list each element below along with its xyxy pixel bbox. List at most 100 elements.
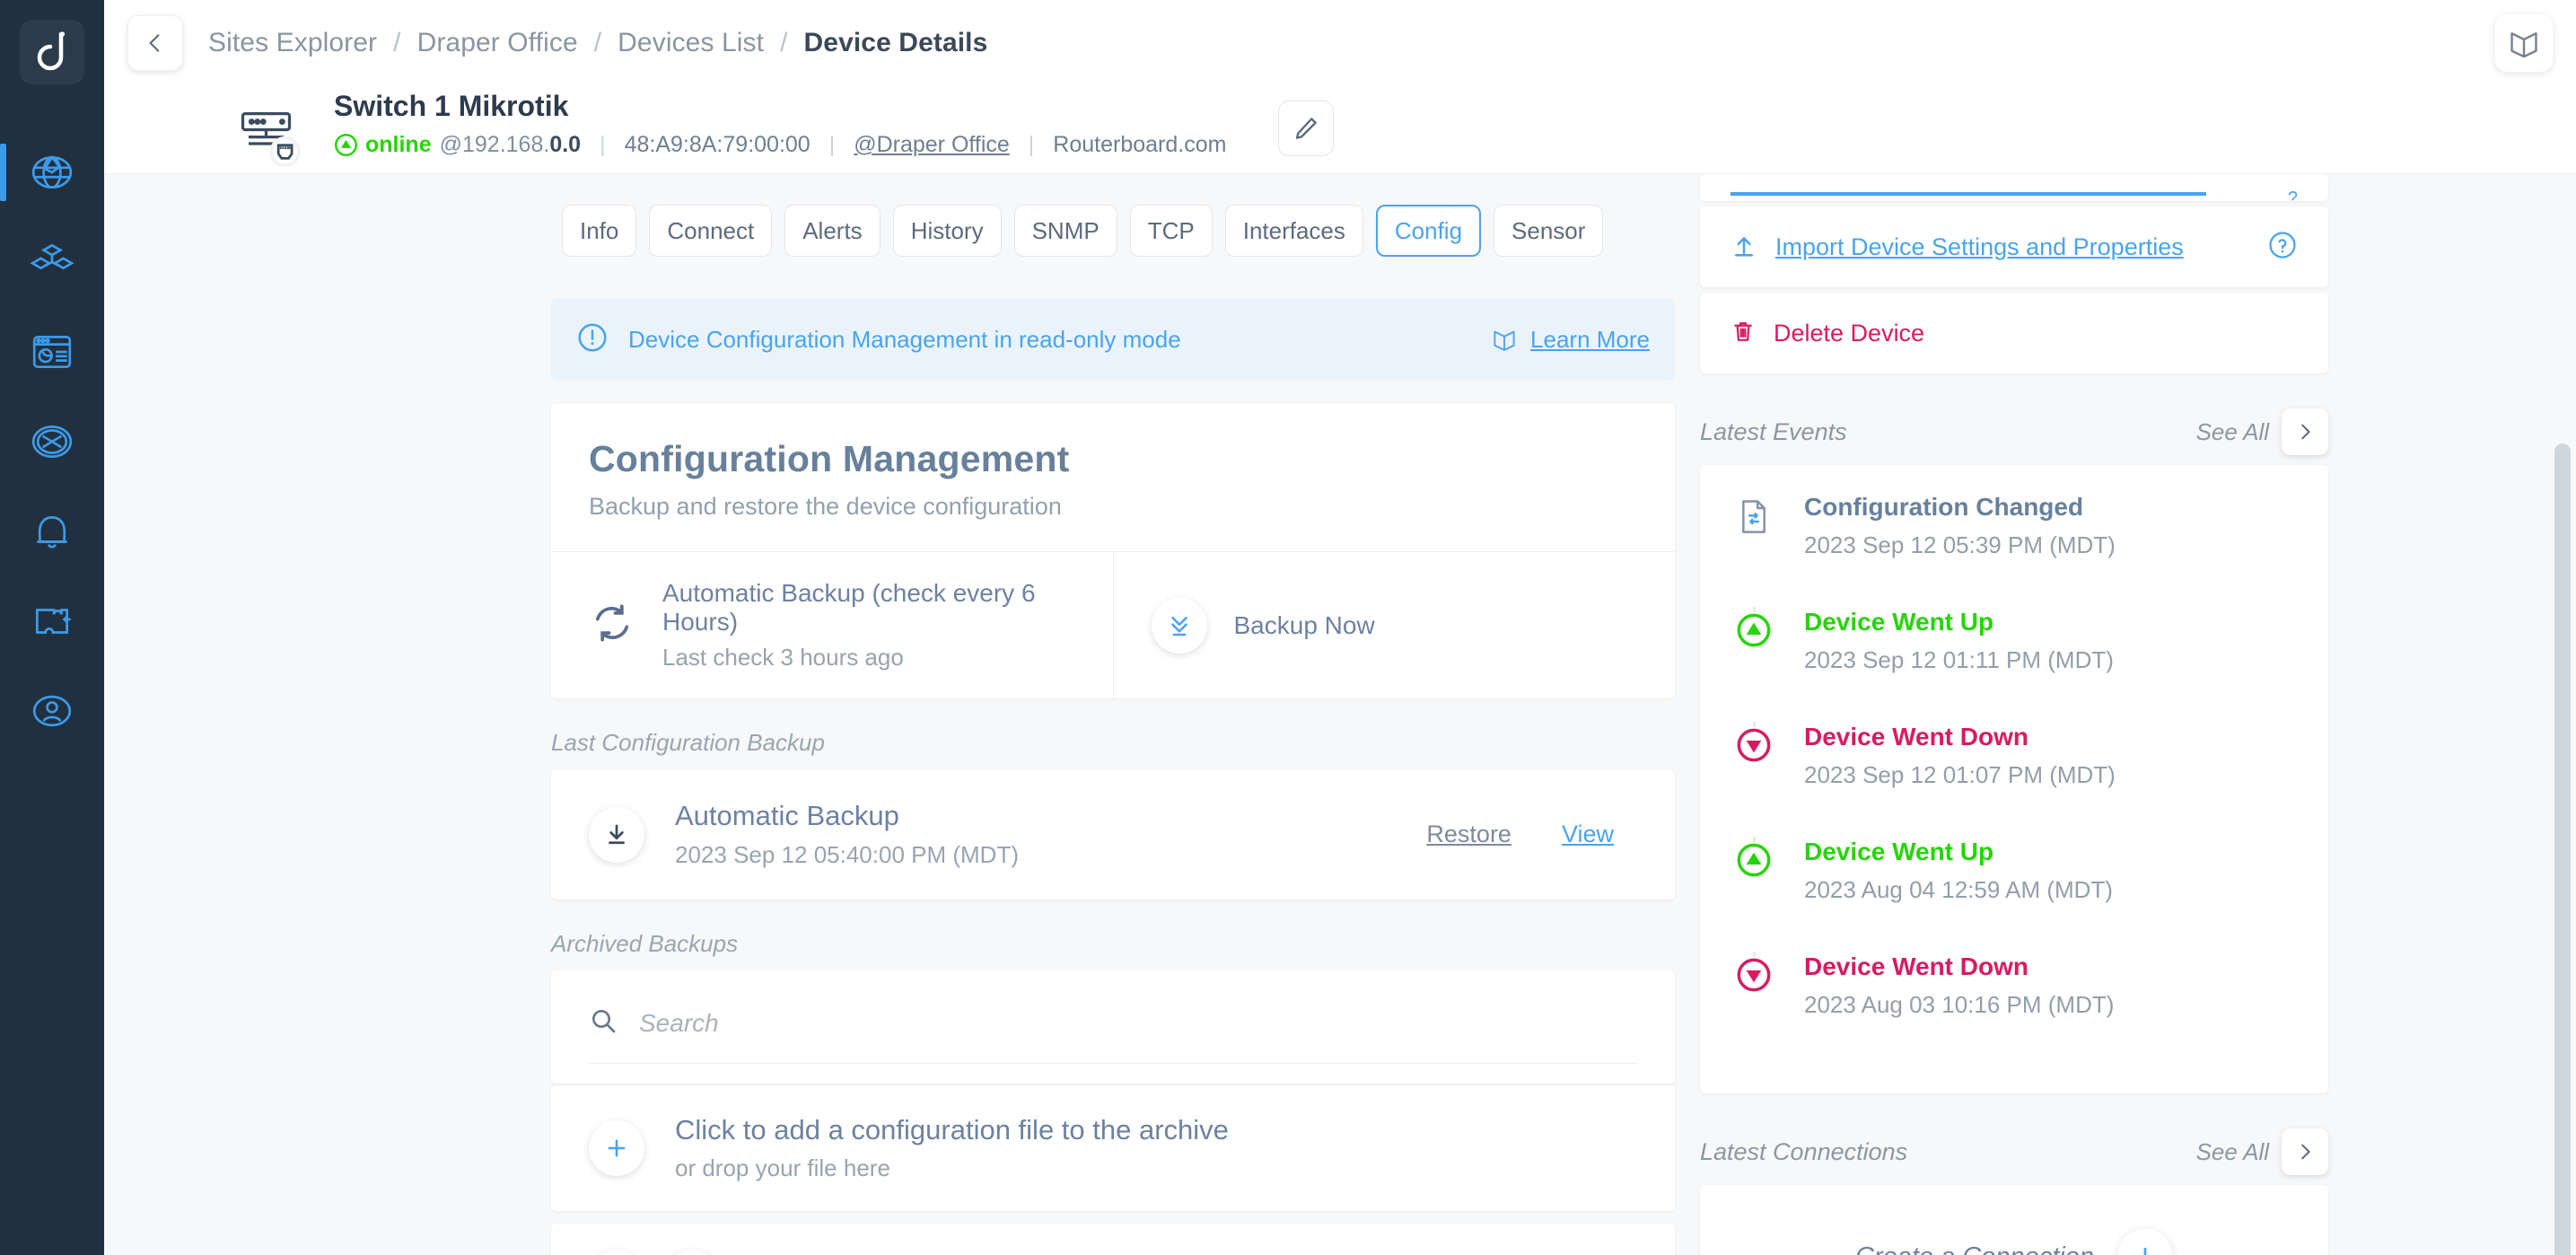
help-circle-icon[interactable] — [2267, 230, 2298, 265]
add-config-file-card[interactable]: Click to add a configuration file to the… — [551, 1085, 1675, 1211]
import-settings-label: Import Device Settings and Properties — [1775, 233, 2184, 260]
import-settings-row[interactable]: Import Device Settings and Properties — [1700, 206, 2328, 287]
main-column: Sites Explorer / Draper Office / Devices… — [104, 0, 2576, 1255]
sidebar-item-discovery[interactable] — [0, 397, 104, 487]
event-title: Device Went Down — [1804, 723, 2028, 750]
last-backup-actions: Restore View — [1426, 821, 1637, 848]
dashboard-icon — [32, 335, 72, 369]
readonly-notice-banner: Device Configuration Management in read-… — [551, 298, 1675, 381]
archived-download-button[interactable] — [664, 1250, 720, 1255]
right-panel-inner: ? Import Device Settings and Properties — [1700, 174, 2328, 1255]
documentation-button[interactable] — [2495, 14, 2553, 72]
help-icon[interactable]: ? — [2288, 189, 2298, 201]
tab-tcp[interactable]: TCP — [1129, 205, 1213, 257]
event-timestamp: 2023 Sep 12 05:39 PM (MDT) — [1804, 531, 2116, 558]
latest-events-chevron-button[interactable] — [2282, 408, 2328, 455]
tab-sensor[interactable]: Sensor — [1494, 205, 1604, 257]
pencil-icon — [1296, 118, 1318, 139]
event-text: Device Went Up 2023 Aug 04 12:59 AM (MDT… — [1804, 837, 2113, 952]
archived-search-card — [551, 970, 1675, 1084]
tab-config[interactable]: Config — [1375, 205, 1482, 257]
latest-events-heading: Latest Events — [1700, 417, 1847, 445]
event-item[interactable]: Device Went Down 2023 Sep 12 01:07 PM (M… — [1700, 722, 2328, 846]
edit-device-button[interactable] — [1278, 101, 1335, 156]
create-connection-label: Create a Connection — [1855, 1242, 2094, 1255]
event-item[interactable]: Configuration Changed 2023 Sep 12 05:39 … — [1700, 492, 2328, 616]
event-timestamp: 2023 Sep 12 01:07 PM (MDT) — [1804, 760, 2116, 788]
chevron-left-icon — [149, 34, 160, 52]
breadcrumb-separator: / — [593, 28, 602, 57]
tab-connect[interactable]: Connect — [649, 205, 773, 257]
device-site-link[interactable]: @Draper Office — [854, 132, 1010, 158]
backup-now-labels: Backup Now — [1234, 611, 1375, 640]
tab-interfaces[interactable]: Interfaces — [1224, 205, 1363, 257]
last-backup-timestamp: 2023 Sep 12 05:40:00 PM (MDT) — [675, 841, 1019, 868]
latest-events-see-all[interactable]: See All — [2196, 418, 2269, 446]
refresh-cycle-icon — [589, 600, 635, 651]
add-file-labels: Click to add a configuration file to the… — [675, 1114, 1229, 1182]
arrow-down-circle-icon — [1736, 957, 1772, 1066]
arrow-up-circle-icon — [1736, 612, 1772, 722]
backup-now-button[interactable] — [1151, 597, 1207, 654]
tab-info[interactable]: Info — [562, 205, 637, 257]
event-icon-wrap — [1730, 952, 1777, 1066]
app-logo[interactable] — [20, 20, 84, 84]
tab-history[interactable]: History — [892, 205, 1002, 257]
arrow-up-circle-icon — [1736, 842, 1772, 952]
back-button[interactable] — [127, 15, 183, 71]
device-ip-suffix: 0.0 — [549, 132, 582, 157]
sidebar-item-alerts[interactable] — [0, 487, 104, 576]
status-up-icon — [334, 133, 358, 157]
event-text: Device Went Up 2023 Sep 12 01:11 PM (MDT… — [1804, 607, 2114, 722]
backup-now-action[interactable]: Backup Now — [1112, 552, 1676, 698]
restore-link[interactable]: Restore — [1426, 821, 1511, 848]
last-backup-labels: Automatic Backup 2023 Sep 12 05:40:00 PM… — [675, 800, 1426, 869]
meta-divider: | — [1028, 132, 1035, 157]
create-connection-button[interactable] — [2117, 1229, 2173, 1255]
config-title: Configuration Management — [589, 438, 1070, 479]
learn-more-label: Learn More — [1530, 325, 1650, 353]
page-title: Switch 1 Mikrotik — [334, 90, 569, 122]
archived-delete-button[interactable] — [589, 1250, 644, 1255]
sidebar-item-dashboards[interactable] — [0, 307, 104, 397]
view-link[interactable]: View — [1562, 821, 1614, 848]
delete-device-row[interactable]: Delete Device — [1700, 293, 2328, 373]
sidebar-item-account[interactable] — [0, 666, 104, 756]
plus-icon — [608, 1139, 626, 1157]
latest-connections-chevron-button[interactable] — [2282, 1128, 2328, 1175]
device-ip-prefix: @192.168. — [439, 132, 550, 157]
page-scrollbar[interactable] — [2554, 443, 2571, 1255]
archived-backups-section-label: Archived Backups — [551, 930, 739, 957]
learn-more-link[interactable]: Learn More — [1491, 326, 1650, 354]
add-file-button[interactable] — [589, 1120, 644, 1176]
tab-snmp[interactable]: SNMP — [1013, 205, 1117, 257]
automatic-backup-action[interactable]: Automatic Backup (check every 6 Hours) L… — [551, 552, 1113, 698]
event-text: Device Went Down 2023 Aug 03 10:16 PM (M… — [1804, 952, 2114, 1066]
add-file-subtitle: or drop your file here — [675, 1154, 890, 1181]
device-ip: @192.168.0.0 — [440, 132, 581, 158]
device-meta: online @192.168.0.0 | 48:A9:8A:79:00:00 … — [334, 132, 1226, 158]
event-item[interactable]: Device Went Up 2023 Sep 12 01:11 PM (MDT… — [1700, 607, 2328, 731]
last-backup-section-label: Last Configuration Backup — [551, 729, 825, 756]
sidebar-item-integrations[interactable] — [0, 576, 104, 666]
download-backup-button[interactable] — [589, 806, 644, 863]
event-item[interactable]: Device Went Up 2023 Aug 04 12:59 AM (MDT… — [1700, 837, 2328, 961]
device-tabs: Info Connect Alerts History SNMP TCP Int… — [104, 174, 1684, 257]
tab-alerts[interactable]: Alerts — [784, 205, 881, 257]
search-input[interactable] — [639, 1008, 1637, 1038]
export-settings-row-clipped[interactable]: ? — [1700, 174, 2328, 201]
arrow-down-circle-icon — [1736, 727, 1772, 837]
breadcrumb-item-device-details: Device Details — [803, 28, 988, 57]
breadcrumb-item-devices-list[interactable]: Devices List — [618, 28, 764, 58]
create-connection-card[interactable]: Create a Connection — [1700, 1185, 2328, 1255]
latest-connections-see-all[interactable]: See All — [2196, 1138, 2269, 1166]
sidebar-item-inventory[interactable] — [0, 217, 104, 307]
book-icon — [2510, 32, 2537, 58]
archived-backup-row-partial[interactable]: Automatic Backup — [551, 1224, 1675, 1255]
breadcrumb-item-draper-office[interactable]: Draper Office — [417, 28, 578, 58]
breadcrumb-item-sites-explorer[interactable]: Sites Explorer — [208, 28, 377, 58]
info-circle-icon — [576, 321, 609, 358]
bell-icon — [37, 516, 67, 549]
event-item[interactable]: Device Went Down 2023 Aug 03 10:16 PM (M… — [1700, 952, 2328, 1066]
sidebar-item-sites-explorer[interactable] — [0, 127, 104, 217]
